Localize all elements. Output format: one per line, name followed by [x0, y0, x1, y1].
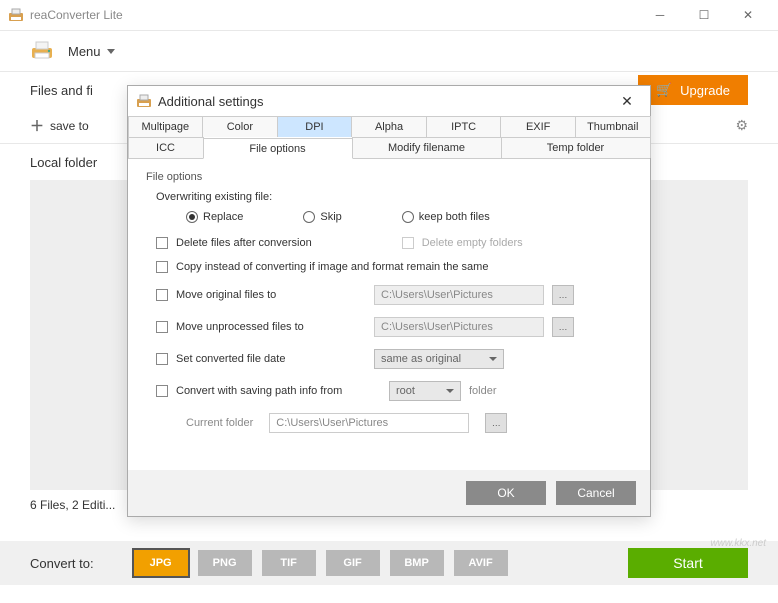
dialog-titlebar: Additional settings ✕: [128, 86, 650, 116]
cart-icon: 🛒: [656, 82, 672, 98]
format-jpg[interactable]: JPG: [134, 550, 188, 576]
radio-replace[interactable]: Replace: [186, 211, 243, 223]
main-titlebar: reaConverter Lite ─ ☐ ✕: [0, 0, 778, 30]
radio-skip[interactable]: Skip: [303, 211, 341, 223]
format-bmp[interactable]: BMP: [390, 550, 444, 576]
close-button[interactable]: ✕: [726, 0, 770, 30]
radio-icon: [186, 211, 198, 223]
dialog-icon: [136, 93, 152, 109]
root-select[interactable]: root: [389, 381, 461, 401]
browse-move-original[interactable]: …: [552, 285, 574, 305]
tab-thumbnail[interactable]: Thumbnail: [575, 116, 651, 137]
current-folder-label: Current folder: [186, 417, 253, 429]
tab-iptc[interactable]: IPTC: [426, 116, 502, 137]
convert-to-label: Convert to:: [30, 556, 94, 571]
printer-icon: [30, 40, 54, 62]
app-title: reaConverter Lite: [30, 8, 123, 22]
dialog-buttons: OK Cancel: [128, 470, 650, 516]
browse-current-folder[interactable]: …: [485, 413, 507, 433]
tab-multipage[interactable]: Multipage: [128, 116, 204, 137]
gear-icon[interactable]: ⚙: [735, 117, 748, 134]
format-tif[interactable]: TIF: [262, 550, 316, 576]
maximize-button[interactable]: ☐: [682, 0, 726, 30]
current-folder-path[interactable]: [269, 413, 469, 433]
radio-keep-both[interactable]: keep both files: [402, 211, 490, 223]
files-label: Files and fi: [30, 83, 93, 98]
convert-row: Convert to: JPG PNG TIF GIF BMP AVIF Sta…: [0, 541, 778, 585]
checkbox-set-date[interactable]: [156, 353, 168, 365]
dialog-body: File options Overwriting existing file: …: [128, 159, 650, 470]
caret-down-icon: [107, 49, 115, 54]
tab-icc[interactable]: ICC: [128, 137, 204, 158]
upgrade-button[interactable]: 🛒 Upgrade: [638, 75, 748, 105]
upgrade-label: Upgrade: [680, 83, 730, 98]
checkbox-convert-path[interactable]: [156, 385, 168, 397]
dialog-close-button[interactable]: ✕: [612, 86, 642, 116]
local-folder-label: Local folder: [30, 155, 97, 170]
browse-move-unprocessed[interactable]: …: [552, 317, 574, 337]
convert-path-label: Convert with saving path info from: [176, 385, 381, 397]
overwrite-label: Overwriting existing file:: [156, 191, 632, 203]
additional-settings-dialog: Additional settings ✕ Multipage Color DP…: [127, 85, 651, 517]
move-unprocessed-label: Move unprocessed files to: [176, 321, 366, 333]
radio-icon: [303, 211, 315, 223]
watermark: www.kkx.net: [710, 538, 766, 549]
tab-file-options[interactable]: File options: [203, 138, 353, 159]
move-unprocessed-path[interactable]: [374, 317, 544, 337]
dialog-tabs: Multipage Color DPI Alpha IPTC EXIF Thum…: [128, 116, 650, 159]
tab-color[interactable]: Color: [202, 116, 278, 137]
menu-button[interactable]: Menu: [68, 44, 115, 59]
move-original-path[interactable]: [374, 285, 544, 305]
checkbox-copy-instead[interactable]: Copy instead of converting if image and …: [146, 261, 632, 273]
menu-row: Menu: [0, 30, 778, 72]
set-date-label: Set converted file date: [176, 353, 366, 365]
tab-alpha[interactable]: Alpha: [351, 116, 427, 137]
plus-icon[interactable]: ＋: [30, 116, 44, 136]
tab-modify-filename[interactable]: Modify filename: [352, 137, 502, 158]
save-to-label: save to: [50, 119, 89, 133]
date-select[interactable]: same as original: [374, 349, 504, 369]
group-title: File options: [146, 171, 632, 183]
format-avif[interactable]: AVIF: [454, 550, 508, 576]
minimize-button[interactable]: ─: [638, 0, 682, 30]
move-original-label: Move original files to: [176, 289, 366, 301]
format-png[interactable]: PNG: [198, 550, 252, 576]
folder-suffix: folder: [469, 385, 497, 397]
tab-exif[interactable]: EXIF: [500, 116, 576, 137]
radio-icon: [402, 211, 414, 223]
tab-temp-folder[interactable]: Temp folder: [501, 137, 651, 158]
checkbox-move-original[interactable]: [156, 289, 168, 301]
menu-label: Menu: [68, 44, 101, 59]
checkbox-delete-empty-folders: Delete empty folders: [392, 237, 523, 249]
checkbox-move-unprocessed[interactable]: [156, 321, 168, 333]
tab-dpi[interactable]: DPI: [277, 116, 353, 137]
format-gif[interactable]: GIF: [326, 550, 380, 576]
dialog-title: Additional settings: [158, 94, 264, 109]
app-icon: [8, 7, 24, 23]
ok-button[interactable]: OK: [466, 481, 546, 505]
cancel-button[interactable]: Cancel: [556, 481, 636, 505]
start-button[interactable]: Start: [628, 548, 748, 578]
checkbox-delete-files[interactable]: Delete files after conversion: [146, 237, 312, 249]
